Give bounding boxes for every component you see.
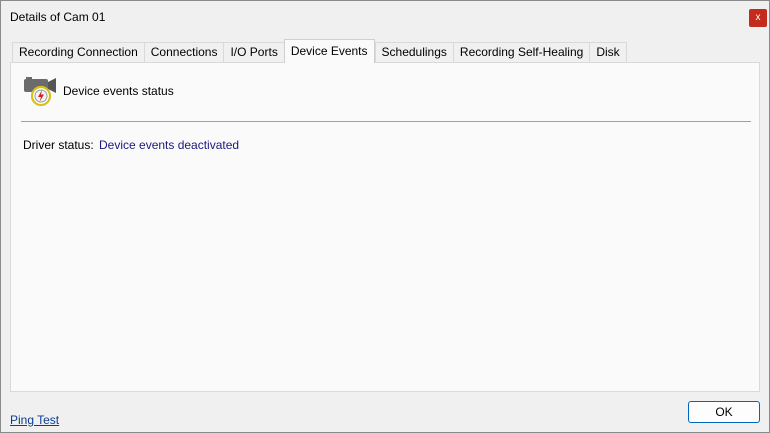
tab-recording-connection[interactable]: Recording Connection [12,42,144,63]
device-events-heading: Device events status [63,84,174,98]
ok-button[interactable]: OK [688,401,760,423]
tab-disk[interactable]: Disk [589,42,627,63]
driver-status-label: Driver status: [23,138,94,152]
driver-status-value: Device events deactivated [99,138,240,152]
divider [21,121,751,122]
tab-device-events[interactable]: Device Events [283,39,375,63]
tab-strip: Recording Connection Connections I/O Por… [12,39,627,63]
close-button[interactable]: x [749,9,767,27]
tab-io-ports[interactable]: I/O Ports [223,42,284,63]
window-title: Details of Cam 01 [10,10,106,24]
tab-connections[interactable]: Connections [143,42,224,63]
tab-schedulings[interactable]: Schedulings [374,42,453,63]
tab-recording-self-healing[interactable]: Recording Self-Healing [452,42,590,63]
title-bar: Details of Cam 01 x [1,1,769,33]
details-dialog: Details of Cam 01 x Recording Connection… [0,0,770,433]
camera-event-icon [24,77,56,107]
device-events-panel: Device events status Driver status: Devi… [10,62,760,392]
ping-test-link[interactable]: Ping Test [10,413,59,427]
